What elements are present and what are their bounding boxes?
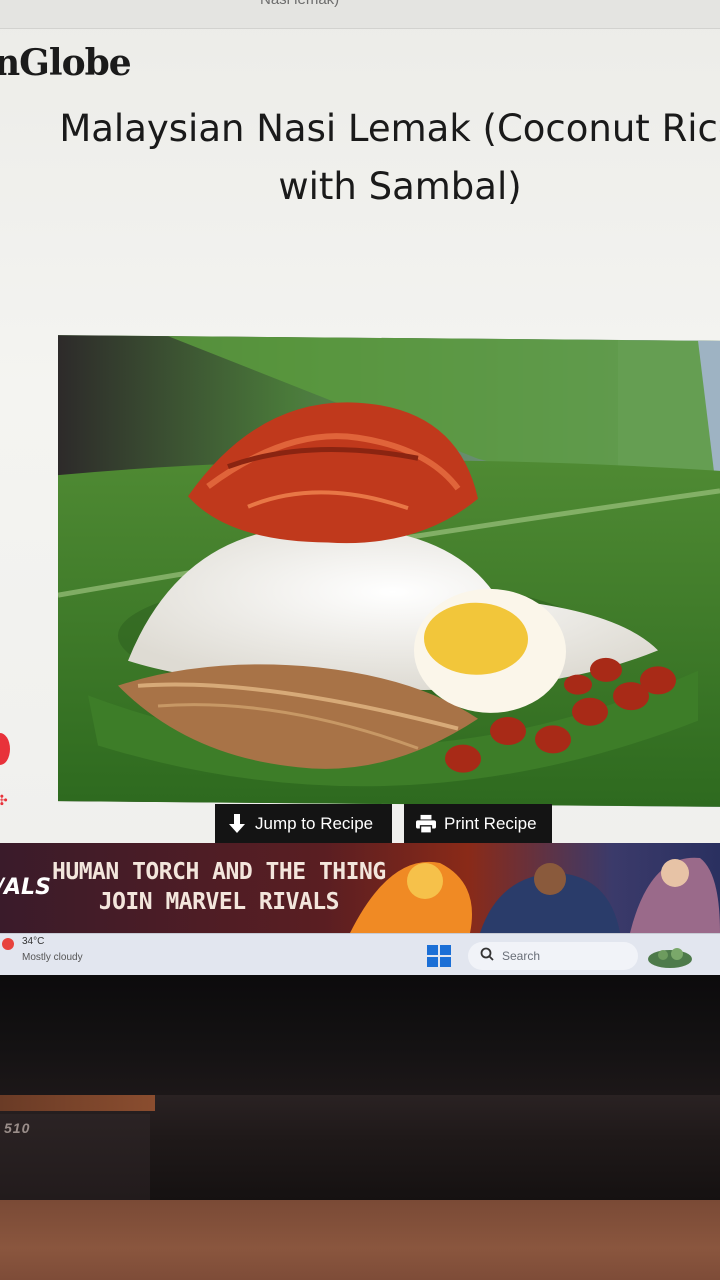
marvel-rivals-ad-banner[interactable]: /ALS HUMAN TORCH AND THE THING JOIN MARV…: [0, 843, 720, 933]
url-text: Nasi lemak): [260, 0, 339, 8]
search-icon: [480, 947, 494, 966]
site-logo[interactable]: nGlobe: [0, 42, 132, 84]
jump-to-recipe-label: Jump to Recipe: [255, 814, 374, 833]
monitor-screen: Nasi lemak) nGlobe Malaysian Nasi Lemak …: [0, 0, 720, 975]
article-title-line-2: with Sambal): [278, 165, 522, 208]
ad-game-logo: /ALS: [0, 875, 51, 900]
print-recipe-label: Print Recipe: [444, 814, 537, 833]
laptop-accent-strip: [0, 1095, 155, 1111]
browser-address-strip[interactable]: Nasi lemak): [0, 0, 720, 29]
side-red-dot-icon[interactable]: [0, 733, 10, 765]
print-recipe-button[interactable]: Print Recipe: [404, 804, 552, 844]
article-title: Malaysian Nasi Lemak (Coconut Rice with …: [40, 100, 720, 216]
printer-icon: [416, 814, 436, 834]
side-share-icon[interactable]: ✣: [0, 792, 8, 808]
weather-description[interactable]: Mostly cloudy: [22, 952, 83, 963]
weather-icon[interactable]: [2, 938, 14, 950]
weather-temperature[interactable]: 34°C: [22, 936, 44, 947]
windows-start-icon[interactable]: [427, 945, 451, 967]
jump-to-recipe-button[interactable]: Jump to Recipe: [215, 804, 392, 844]
hero-image-nasi-lemak: [58, 335, 720, 807]
taskbar-search-label: Search: [502, 949, 541, 963]
laptop-model-text: 510: [4, 1120, 31, 1136]
monitor-bezel: [0, 975, 720, 1095]
taskbar-search-box[interactable]: Search: [468, 942, 638, 970]
arrow-down-icon: [227, 814, 247, 834]
ad-character-art: [350, 857, 720, 933]
desk-surface: [0, 1200, 720, 1280]
tray-widget-icon[interactable]: [645, 945, 695, 969]
article-title-line-1: Malaysian Nasi Lemak (Coconut Rice: [59, 107, 720, 150]
hero-photo: [58, 335, 720, 807]
